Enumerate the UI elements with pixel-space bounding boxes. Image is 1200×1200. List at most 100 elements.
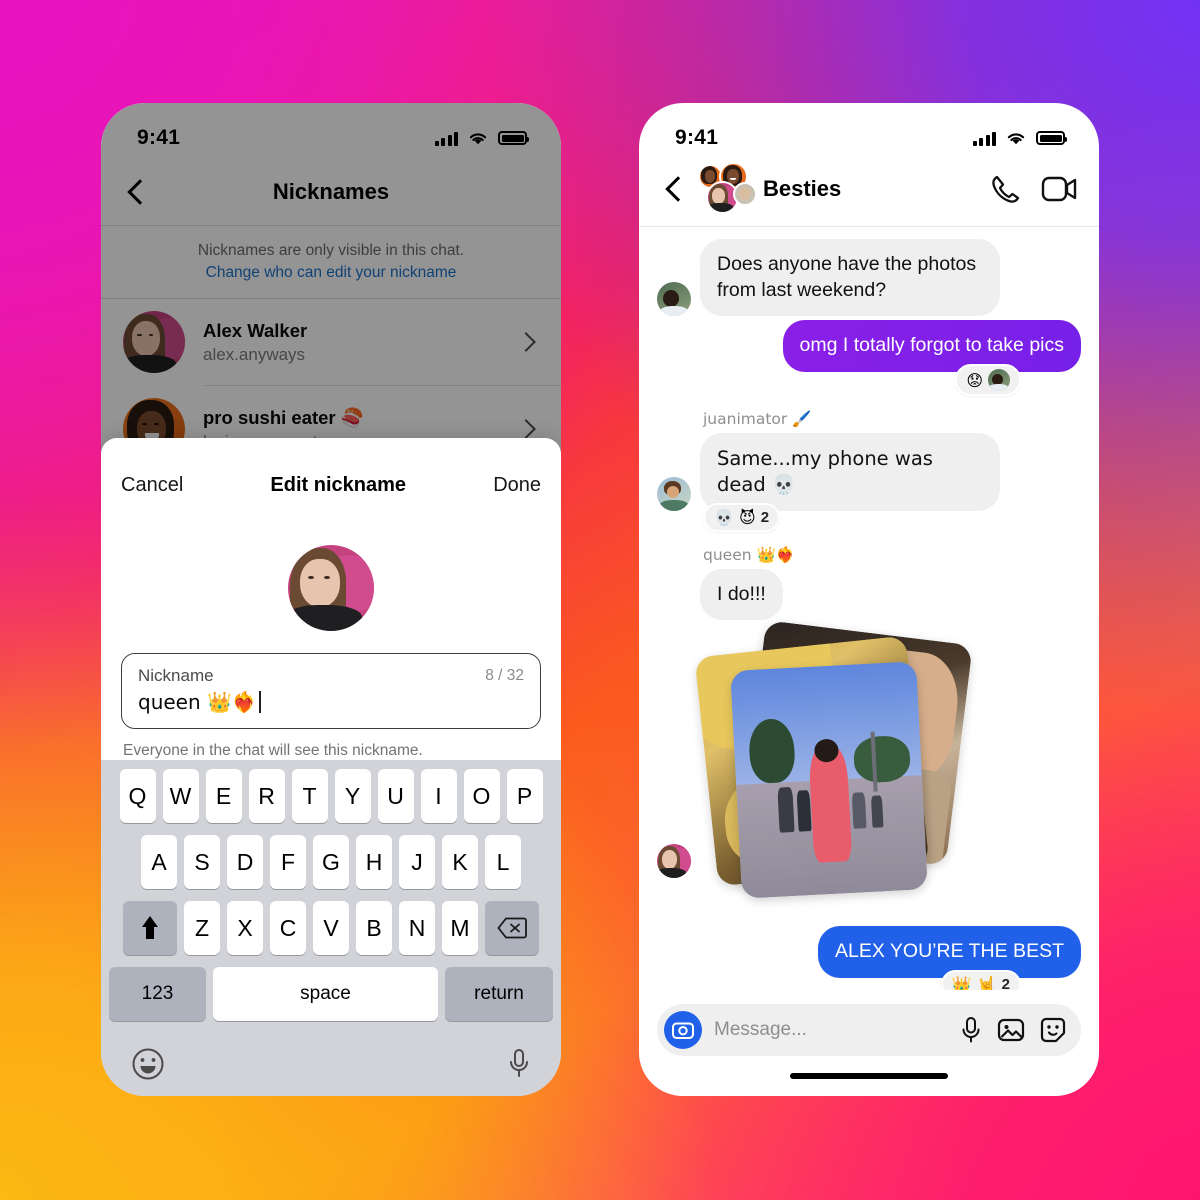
key-l[interactable]: L — [485, 835, 521, 889]
sheet-title: Edit nickname — [270, 474, 407, 496]
message-bubble[interactable]: Same...my phone was dead 💀 — [700, 433, 1000, 511]
key-m[interactable]: M — [442, 901, 478, 955]
camera-icon — [672, 1022, 694, 1039]
message-bubble[interactable]: omg I totally forgot to take pics — [782, 320, 1081, 373]
avatar — [657, 282, 691, 317]
nickname-row-alex[interactable]: Alex Walker alex.anyways — [101, 299, 561, 385]
key-f[interactable]: F — [270, 835, 306, 889]
reaction-count: 2 — [760, 508, 770, 526]
message-composer: Message... — [639, 990, 1099, 1056]
nicknames-header: Nicknames — [101, 159, 561, 225]
microphone-icon[interactable] — [507, 1047, 531, 1081]
photo-attachment[interactable] — [730, 661, 928, 900]
key-s[interactable]: S — [184, 835, 220, 889]
group-avatar-cluster[interactable] — [697, 162, 757, 214]
reaction-container: 😟 — [657, 364, 1081, 397]
key-a[interactable]: A — [141, 835, 177, 889]
space-key[interactable]: space — [213, 967, 438, 1021]
character-counter: 8 / 32 — [485, 667, 524, 684]
reaction-container: 💀 😈 2 — [657, 502, 1081, 532]
chat-screen: 9:41 Besties Does anyone have the photos… — [639, 103, 1099, 1096]
row-display-name: Alex Walker — [203, 319, 308, 341]
key-c[interactable]: C — [270, 901, 306, 955]
key-b[interactable]: B — [356, 901, 392, 955]
reaction-count: 2 — [1001, 976, 1010, 990]
key-q[interactable]: Q — [119, 769, 156, 823]
microphone-icon[interactable] — [959, 1016, 983, 1044]
sender-label: queen 👑❤️‍🔥 — [703, 545, 796, 564]
home-indicator-left — [105, 1091, 557, 1096]
left-phone-frame: 9:41 Nicknames Nicknames are only visibl… — [101, 103, 561, 1096]
numbers-key[interactable]: 123 — [109, 967, 206, 1021]
reaction-pill[interactable]: 👑 🤘 2 — [940, 970, 1021, 990]
cancel-button[interactable]: Cancel — [121, 474, 183, 497]
key-u[interactable]: U — [377, 769, 414, 823]
wifi-icon — [469, 133, 487, 145]
key-e[interactable]: E — [205, 769, 242, 823]
home-bar[interactable] — [790, 1073, 948, 1079]
row-display-name: pro sushi eater 🍣 — [203, 406, 364, 428]
message-row: I do!!! — [657, 568, 1081, 621]
message-bubble[interactable]: Does anyone have the photos from last we… — [700, 239, 1000, 317]
return-key[interactable]: return — [445, 967, 553, 1021]
message-list[interactable]: Does anyone have the photos from last we… — [639, 227, 1099, 990]
key-p[interactable]: P — [506, 769, 543, 823]
key-d[interactable]: D — [227, 835, 263, 889]
backspace-delete-icon — [497, 917, 527, 939]
key-r[interactable]: R — [248, 769, 285, 823]
key-t[interactable]: T — [291, 769, 328, 823]
chat-header: Besties — [639, 159, 1099, 226]
key-g[interactable]: G — [313, 835, 349, 889]
composer-bar[interactable]: Message... — [657, 1004, 1081, 1056]
avatar — [288, 545, 374, 631]
phone-call-icon[interactable] — [989, 173, 1021, 205]
key-j[interactable]: J — [399, 835, 435, 889]
battery-full-icon — [1036, 131, 1067, 145]
status-time: 9:41 — [137, 126, 181, 149]
status-time: 9:41 — [675, 126, 719, 149]
key-x[interactable]: X — [227, 901, 263, 955]
avatar — [123, 311, 185, 374]
shift-key[interactable] — [123, 901, 177, 955]
camera-button[interactable] — [664, 1011, 702, 1049]
nickname-input-field[interactable]: Nickname 8 / 32 queen 👑❤️‍🔥 — [121, 653, 541, 729]
sender-label: juanimator 🖌️ — [703, 410, 812, 429]
reaction-emojis: 💀 😈 — [714, 507, 756, 527]
photo-stack-attachment[interactable] — [694, 620, 973, 912]
message-input[interactable]: Message... — [714, 1019, 947, 1041]
key-y[interactable]: Y — [334, 769, 371, 823]
key-z[interactable]: Z — [184, 901, 220, 955]
field-label: Nickname — [138, 666, 214, 685]
nicknames-note: Nicknames are only visible in this chat.… — [101, 226, 561, 298]
key-h[interactable]: H — [356, 835, 392, 889]
done-button[interactable]: Done — [493, 474, 541, 497]
reaction-pill[interactable]: 😟 — [955, 364, 1021, 397]
status-indicators — [434, 130, 529, 146]
status-bar-left: 9:41 — [101, 103, 561, 159]
key-w[interactable]: W — [162, 769, 199, 823]
backspace-key[interactable] — [485, 901, 539, 955]
right-phone-frame: 9:41 Besties Does anyone have the photos… — [639, 103, 1099, 1096]
message-row: Does anyone have the photos from last we… — [657, 239, 1081, 317]
key-i[interactable]: I — [420, 769, 457, 823]
chevron-left-icon[interactable] — [661, 176, 687, 202]
key-n[interactable]: N — [399, 901, 435, 955]
message-bubble[interactable]: I do!!! — [700, 568, 783, 621]
reaction-pill[interactable]: 💀 😈 2 — [703, 502, 781, 532]
home-indicator-right — [639, 1056, 1099, 1096]
key-k[interactable]: K — [442, 835, 478, 889]
key-v[interactable]: V — [313, 901, 349, 955]
change-who-can-edit-link[interactable]: Change who can edit your nickname — [206, 264, 457, 282]
avatar — [733, 182, 757, 206]
emoji-smiley-icon[interactable] — [131, 1047, 165, 1081]
cellular-bars-icon — [972, 131, 996, 146]
video-camera-icon[interactable] — [1041, 174, 1077, 204]
status-indicators — [972, 130, 1067, 146]
row-handle: alex.anyways — [203, 344, 306, 364]
avatar — [657, 476, 691, 511]
sticker-face-icon[interactable] — [1039, 1016, 1067, 1044]
keyboard-row-1: Q W E R T Y U I O P — [105, 769, 557, 823]
key-o[interactable]: O — [463, 769, 500, 823]
field-help-text: Everyone in the chat will see this nickn… — [123, 742, 423, 759]
photo-image-icon[interactable] — [997, 1016, 1025, 1044]
